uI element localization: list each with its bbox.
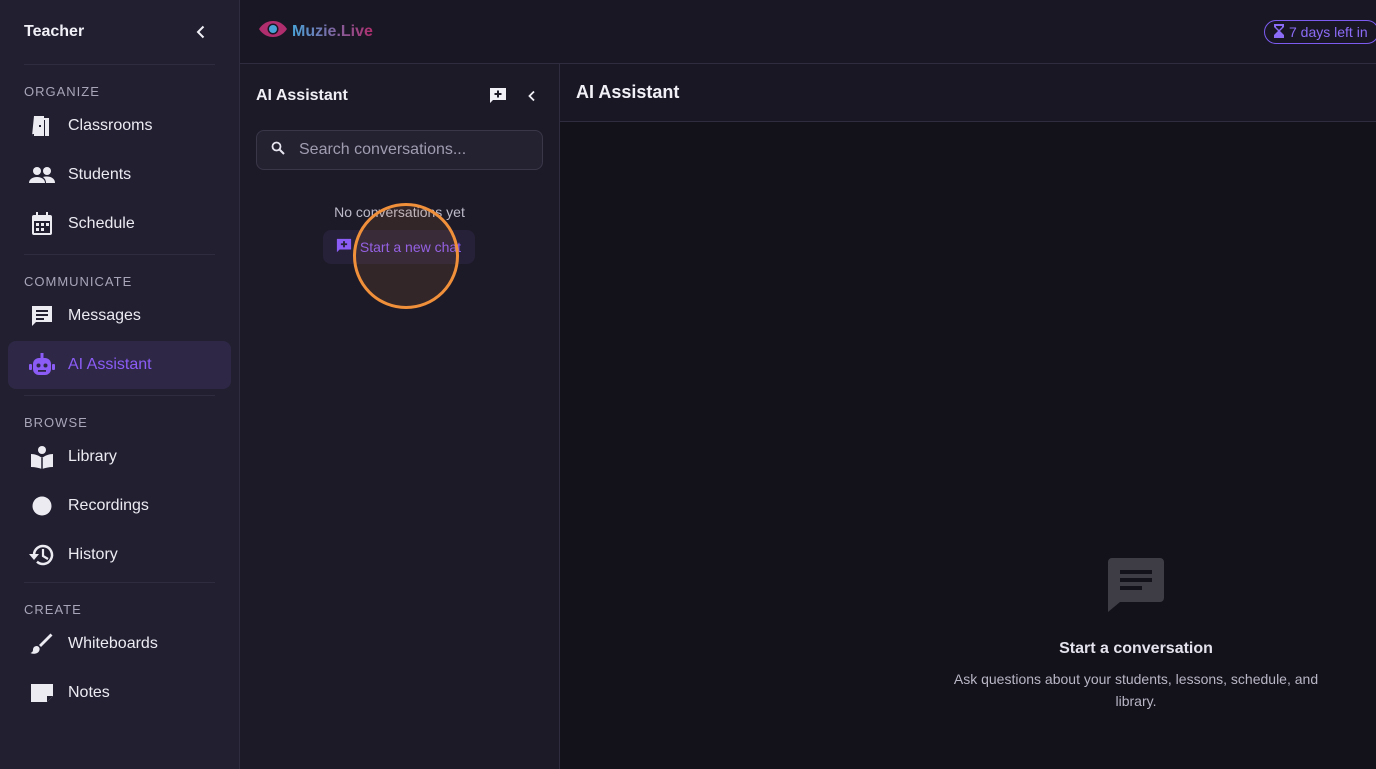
sidebar-item-label: Notes [68, 684, 110, 701]
trial-badge[interactable]: 7 days left in [1264, 20, 1376, 44]
sidebar-item-ai-assistant[interactable]: AI Assistant [8, 341, 231, 389]
sidebar-section-communicate: COMMUNICATE [24, 274, 133, 289]
sidebar-item-label: Schedule [68, 215, 135, 232]
top-bar: Muzie.Live 7 days left in [240, 0, 1376, 64]
start-new-chat-label: Start a new chat [359, 239, 462, 255]
search-input[interactable] [299, 141, 529, 159]
chat-bubble-icon [1106, 558, 1166, 618]
logo-text: Muzie.Live [292, 22, 373, 40]
sidebar-section-organize: ORGANIZE [24, 84, 100, 99]
sidebar-header: Teacher [0, 0, 239, 64]
brush-icon [28, 630, 56, 658]
chat-header: AI Assistant [560, 64, 1376, 122]
sidebar-item-recordings[interactable]: Recordings [8, 482, 231, 530]
conversation-panel-title: AI Assistant [256, 87, 348, 104]
chevron-left-icon[interactable] [191, 22, 211, 42]
sidebar-section-create: CREATE [24, 602, 82, 617]
sidebar-item-label: Library [68, 448, 117, 465]
conversation-panel: AI Assistant No conversations yet Start … [240, 64, 560, 769]
sidebar-item-label: Students [68, 166, 132, 183]
conversation-panel-actions [487, 85, 543, 107]
empty-state-title: Start a conversation [1059, 640, 1213, 657]
sidebar-section-browse: BROWSE [24, 415, 88, 430]
sidebar-item-whiteboards[interactable]: Whiteboards [8, 620, 231, 668]
sidebar: Teacher ORGANIZE Classrooms Students Sch… [0, 0, 240, 769]
people-icon [28, 161, 56, 189]
sidebar-item-messages[interactable]: Messages [8, 292, 231, 340]
sidebar-item-history[interactable]: History [8, 531, 231, 579]
history-icon [28, 541, 56, 569]
new-chat-icon [336, 238, 352, 257]
chevron-left-icon[interactable] [521, 85, 543, 107]
eye-logo-icon [258, 19, 288, 44]
conversation-panel-header: AI Assistant [240, 64, 559, 128]
new-chat-icon[interactable] [487, 85, 509, 107]
start-new-chat-button[interactable]: Start a new chat [322, 230, 475, 264]
sidebar-item-schedule[interactable]: Schedule [8, 200, 231, 248]
sidebar-item-students[interactable]: Students [8, 151, 231, 199]
empty-state-subtitle: Ask questions about your students, lesso… [953, 671, 1319, 709]
sidebar-item-library[interactable]: Library [8, 433, 231, 481]
chat-icon [28, 302, 56, 330]
sidebar-item-label: Recordings [68, 497, 149, 514]
app-logo[interactable]: Muzie.Live [258, 19, 373, 44]
empty-state: Start a conversation Ask questions about… [936, 558, 1336, 712]
note-icon [28, 679, 56, 707]
sidebar-item-label: Classrooms [68, 117, 153, 134]
search-icon [271, 141, 285, 160]
book-icon [28, 443, 56, 471]
search-box [256, 130, 543, 170]
sidebar-item-label: Whiteboards [68, 635, 158, 652]
chat-main: AI Assistant Start a conversation Ask qu… [560, 64, 1376, 769]
no-conversations-text: No conversations yet [334, 204, 465, 220]
chat-title: AI Assistant [576, 82, 680, 102]
hourglass-icon [1273, 23, 1285, 42]
sidebar-title: Teacher [24, 23, 85, 40]
sidebar-item-label: History [68, 546, 118, 563]
calendar-icon [28, 210, 56, 238]
sidebar-item-label: AI Assistant [68, 356, 152, 373]
sidebar-item-label: Messages [68, 307, 141, 324]
sidebar-item-classrooms[interactable]: Classrooms [8, 102, 231, 150]
sidebar-item-notes[interactable]: Notes [8, 669, 231, 717]
robot-icon [28, 351, 56, 379]
trial-text: 7 days left in [1289, 24, 1368, 40]
door-icon [28, 112, 56, 140]
record-icon [28, 492, 56, 520]
